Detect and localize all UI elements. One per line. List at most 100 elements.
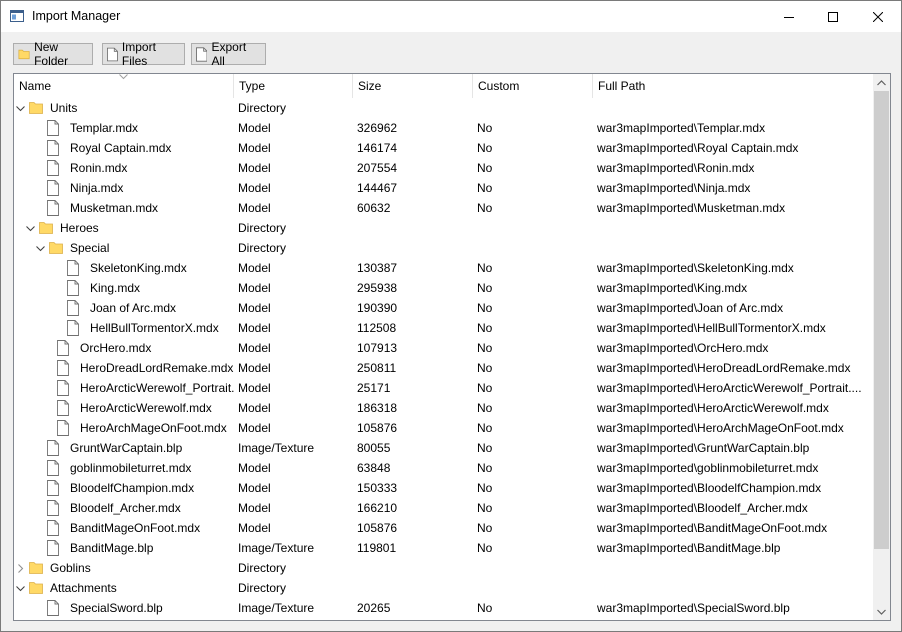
- size-cell: [357, 98, 473, 118]
- custom-cell: No: [477, 541, 493, 555]
- tree-row-file[interactable]: SpecialSword.blp Image/Texture 20265 No war3…: [14, 598, 872, 618]
- custom-cell: No: [477, 201, 493, 215]
- title-bar[interactable]: Import Manager: [1, 1, 901, 32]
- name-cell: GruntWarCaptain.blp: [14, 438, 234, 458]
- scrollbar-thumb[interactable]: [874, 91, 889, 549]
- expanded-arrow-icon[interactable]: [26, 224, 35, 233]
- type-cell: Model: [238, 381, 271, 395]
- custom-cell: No: [477, 141, 493, 155]
- custom-cell: No: [477, 341, 493, 355]
- export-all-label: Export All: [211, 40, 247, 68]
- tree-row-file[interactable]: King.mdx Model 295938 No war3mapImported\Kin…: [14, 278, 872, 298]
- import-manager-window: Import Manager New Folder Import Files E…: [0, 0, 902, 632]
- path-cell: war3mapImported\goblinmobileturret.mdx: [597, 461, 819, 475]
- tree-row-file[interactable]: goblinmobileturret.mdx Model 63848 No war3ma…: [14, 458, 872, 478]
- expanded-arrow-icon[interactable]: [16, 104, 25, 113]
- name-cell: Royal Captain.mdx: [14, 138, 234, 158]
- tree-row-file[interactable]: Ninja.mdx Model 144467 No war3mapImported\Ni…: [14, 178, 872, 198]
- tree-row-file[interactable]: GruntWarCaptain.blp Image/Texture 80055 No w…: [14, 438, 872, 458]
- name-cell: Ninja.mdx: [14, 178, 234, 198]
- close-icon: [873, 11, 883, 22]
- tree-row-file[interactable]: HeroArcticWerewolf.mdx Model 186318 No war3m…: [14, 398, 872, 418]
- column-header-size[interactable]: Size: [353, 74, 473, 98]
- item-name: HeroArcticWerewolf_Portrait...: [80, 381, 234, 395]
- item-name: SpecialSword.blp: [70, 601, 163, 615]
- file-icon: [67, 300, 79, 316]
- name-cell: HeroArchMageOnFoot.mdx: [14, 418, 234, 438]
- name-cell: SkeletonKing.mdx: [14, 258, 234, 278]
- custom-cell: No: [477, 381, 493, 395]
- custom-cell: No: [477, 461, 493, 475]
- tree-row-file[interactable]: Joan of Arc.mdx Model 190390 No war3mapImpor…: [14, 298, 872, 318]
- path-cell: war3mapImported\HeroArchMageOnFoot.mdx: [597, 421, 844, 435]
- tree-row-folder[interactable]: Units Directory: [14, 98, 872, 118]
- collapsed-arrow-icon[interactable]: [16, 564, 25, 573]
- expanded-arrow-icon[interactable]: [36, 244, 45, 253]
- file-icon: [47, 600, 59, 616]
- export-all-button[interactable]: Export All: [191, 40, 266, 68]
- item-name: HeroArchMageOnFoot.mdx: [80, 421, 227, 435]
- new-folder-button[interactable]: New Folder: [13, 40, 93, 68]
- column-header-full-path[interactable]: Full Path: [593, 74, 872, 98]
- scroll-up-button[interactable]: [873, 74, 890, 91]
- import-files-label: Import Files: [121, 40, 156, 68]
- tree-row-file[interactable]: SkeletonKing.mdx Model 130387 No war3mapImpo…: [14, 258, 872, 278]
- type-cell: Model: [238, 301, 271, 315]
- tree-row-file[interactable]: Bloodelf_Archer.mdx Model 166210 No war3mapI…: [14, 498, 872, 518]
- custom-cell: No: [477, 161, 493, 175]
- size-cell: 295938: [357, 281, 398, 295]
- tree-row-file[interactable]: Templar.mdx Model 326962 No war3mapImported\…: [14, 118, 872, 138]
- item-name: SkeletonKing.mdx: [90, 261, 187, 275]
- name-cell: Musketman.mdx: [14, 198, 234, 218]
- scroll-down-button[interactable]: [873, 603, 890, 620]
- tree-row-file[interactable]: OrcHero.mdx Model 107913 No war3mapImported\…: [14, 338, 872, 358]
- tree-row-file[interactable]: BanditMageOnFoot.mdx Model 105876 No war3map…: [14, 518, 872, 538]
- tree-row-folder[interactable]: Special Directory: [14, 238, 872, 258]
- path-cell: war3mapImported\Ronin.mdx: [597, 161, 755, 175]
- item-name: Ronin.mdx: [70, 161, 128, 175]
- path-cell: [597, 218, 872, 238]
- tree-row-file[interactable]: BloodelfChampion.mdx Model 150333 No war3map…: [14, 478, 872, 498]
- type-cell: Model: [238, 361, 271, 375]
- custom-cell: No: [477, 441, 493, 455]
- custom-cell: No: [477, 181, 493, 195]
- column-header-type[interactable]: Type: [234, 74, 353, 98]
- file-icon: [47, 540, 59, 556]
- folder-icon: [29, 102, 43, 114]
- minimize-button[interactable]: [766, 1, 812, 32]
- tree-row-file[interactable]: HeroDreadLordRemake.mdx Model 250811 No war3…: [14, 358, 872, 378]
- name-cell: BloodelfChampion.mdx: [14, 478, 234, 498]
- item-name: OrcHero.mdx: [80, 341, 152, 355]
- import-files-button[interactable]: Import Files: [102, 40, 185, 68]
- vertical-scrollbar[interactable]: [873, 74, 890, 620]
- close-window-button[interactable]: [855, 1, 901, 32]
- tree-row-folder[interactable]: Heroes Directory: [14, 218, 872, 238]
- name-cell: Heroes: [14, 218, 234, 238]
- tree-row-file[interactable]: HeroArchMageOnFoot.mdx Model 105876 No war3m…: [14, 418, 872, 438]
- app-window-icon: [10, 10, 24, 22]
- tree-row-folder[interactable]: Attachments Directory: [14, 578, 872, 598]
- expanded-arrow-icon[interactable]: [16, 584, 25, 593]
- type-cell: Model: [238, 201, 271, 215]
- type-cell: Model: [238, 181, 271, 195]
- import-tree-view[interactable]: Name Type Size Custom Full Path Units Dir…: [13, 73, 891, 621]
- column-header-name[interactable]: Name: [14, 74, 234, 98]
- item-name: Royal Captain.mdx: [70, 141, 172, 155]
- column-header-custom[interactable]: Custom: [473, 74, 593, 98]
- name-cell: Bloodelf_Archer.mdx: [14, 498, 234, 518]
- item-name: Templar.mdx: [70, 121, 139, 135]
- tree-row-file[interactable]: Ronin.mdx Model 207554 No war3mapImported\Ro…: [14, 158, 872, 178]
- tree-row-file[interactable]: Royal Captain.mdx Model 146174 No war3mapImp…: [14, 138, 872, 158]
- tree-row-folder[interactable]: Goblins Directory: [14, 558, 872, 578]
- tree-row-file[interactable]: HeroArcticWerewolf_Portrait... Model 25171…: [14, 378, 872, 398]
- custom-cell: No: [477, 601, 493, 615]
- tree-row-file[interactable]: Musketman.mdx Model 60632 No war3mapImported…: [14, 198, 872, 218]
- type-cell: Model: [238, 461, 271, 475]
- maximize-button[interactable]: [810, 1, 856, 32]
- tree-row-file[interactable]: BanditMage.blp Image/Texture 119801 No war3m…: [14, 538, 872, 558]
- tree-row-file[interactable]: HellBullTormentorX.mdx Model 112508 No war3m…: [14, 318, 872, 338]
- item-name: Ninja.mdx: [70, 181, 124, 195]
- file-icon: [47, 520, 59, 536]
- name-cell: Templar.mdx: [14, 118, 234, 138]
- folder-icon: [49, 242, 63, 254]
